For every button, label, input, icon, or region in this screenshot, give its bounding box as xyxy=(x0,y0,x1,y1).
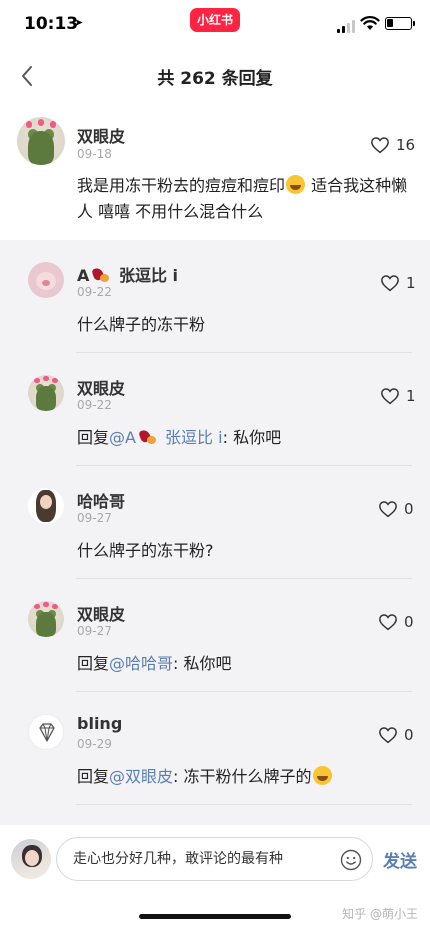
page-title: 共 262 条回复 xyxy=(157,69,273,89)
reply-item: A 张逗比 i 09-22 1 什么牌子的冻干粉 xyxy=(0,240,430,353)
like-count: 0 xyxy=(404,613,414,631)
home-indicator[interactable] xyxy=(139,914,291,919)
mention-link[interactable]: @双眼皮 xyxy=(109,767,173,786)
status-bar: 10:13 ➤ 小红书 xyxy=(0,0,430,52)
app-badge: 小红书 xyxy=(190,8,240,32)
replies-list: A 张逗比 i 09-22 1 什么牌子的冻干粉 双眼皮 09-22 1 回复@… xyxy=(0,240,430,825)
status-time: 10:13 xyxy=(24,14,79,34)
reply-date: 09-27 xyxy=(77,511,112,525)
avatar[interactable] xyxy=(28,262,64,298)
like-button[interactable]: 1 xyxy=(380,274,416,292)
like-count: 1 xyxy=(406,387,416,405)
like-count: 16 xyxy=(396,136,416,154)
mention-link[interactable]: @哈哈哥 xyxy=(109,654,173,673)
battery-icon xyxy=(385,17,415,30)
location-arrow-icon: ➤ xyxy=(74,16,84,29)
reply-item: bling 09-29 0 回复@双眼皮: 冻干粉什么牌子的 xyxy=(0,692,430,805)
reply-username[interactable]: 双眼皮 xyxy=(77,601,125,625)
username-decoration-icon xyxy=(138,428,158,446)
avatar[interactable] xyxy=(17,117,65,165)
mention-link[interactable]: @A 张逗比 i xyxy=(109,428,223,447)
like-button[interactable]: 16 xyxy=(370,136,415,154)
like-count: 1 xyxy=(406,274,416,292)
reply-username[interactable]: 双眼皮 xyxy=(77,375,125,399)
reply-username[interactable]: 哈哈哥 xyxy=(77,488,125,512)
heart-icon xyxy=(379,501,397,518)
avatar[interactable] xyxy=(28,714,64,750)
username-decoration-icon xyxy=(91,266,111,284)
diamond-icon xyxy=(39,723,55,742)
heart-icon xyxy=(379,614,397,631)
reply-date: 09-22 xyxy=(77,398,112,412)
reply-text: 回复@哈哈哥: 私你吧 xyxy=(77,654,232,673)
like-button[interactable]: 0 xyxy=(378,726,414,744)
reply-item: 哈哈哥 09-27 0 什么牌子的冻干粉? xyxy=(0,466,430,579)
send-button[interactable]: 发送 xyxy=(383,847,417,872)
heart-icon xyxy=(379,727,397,744)
main-comment: 双眼皮 09-18 16 我是用冻干粉去的痘痘和痘印 适合我这种懒人 嘻嘻 不用… xyxy=(0,100,430,240)
reply-date: 09-29 xyxy=(77,737,112,751)
comment-text: 我是用冻干粉去的痘痘和痘印 适合我这种懒人 嘻嘻 不用什么混合什么 xyxy=(77,175,408,221)
like-button[interactable]: 0 xyxy=(378,500,414,518)
heart-icon xyxy=(381,388,399,405)
reply-username[interactable]: bling xyxy=(77,714,122,733)
heart-icon xyxy=(381,275,399,292)
bottom-input-bar: 发送 知乎 @萌小王 xyxy=(0,825,430,931)
avatar[interactable] xyxy=(28,488,64,524)
reply-text: 什么牌子的冻干粉 xyxy=(77,315,206,334)
divider xyxy=(76,804,412,805)
laughing-tears-emoji xyxy=(286,175,306,194)
reply-date: 09-22 xyxy=(77,285,112,299)
comment-input[interactable] xyxy=(73,838,333,880)
avatar[interactable] xyxy=(28,375,64,411)
avatar[interactable] xyxy=(28,601,64,637)
like-button[interactable]: 1 xyxy=(380,387,416,405)
comment-input-box[interactable] xyxy=(56,837,373,881)
reply-text: 回复@双眼皮: 冻干粉什么牌子的 xyxy=(77,764,333,790)
reply-text: 回复@A 张逗比 i: 私你吧 xyxy=(77,428,282,447)
smile-icon[interactable] xyxy=(340,849,362,871)
current-user-avatar[interactable] xyxy=(11,839,51,879)
reply-item: 双眼皮 09-22 1 回复@A 张逗比 i: 私你吧 xyxy=(0,353,430,466)
reply-item: 双眼皮 09-27 0 回复@哈哈哥: 私你吧 xyxy=(0,579,430,692)
like-count: 0 xyxy=(404,500,414,518)
cellular-signal-icon xyxy=(337,20,355,33)
wifi-icon xyxy=(360,16,380,30)
heart-icon xyxy=(371,137,389,154)
reply-text: 什么牌子的冻干粉? xyxy=(77,541,214,560)
watermark: 知乎 @萌小王 xyxy=(342,907,418,921)
grinning-emoji xyxy=(312,766,332,785)
nav-bar: 共 262 条回复 xyxy=(0,52,430,100)
comment-username[interactable]: 双眼皮 xyxy=(77,123,125,147)
like-count: 0 xyxy=(404,726,414,744)
reply-date: 09-27 xyxy=(77,624,112,638)
like-button[interactable]: 0 xyxy=(378,613,414,631)
reply-username[interactable]: A 张逗比 i xyxy=(77,262,178,286)
comment-date: 09-18 xyxy=(77,147,112,161)
